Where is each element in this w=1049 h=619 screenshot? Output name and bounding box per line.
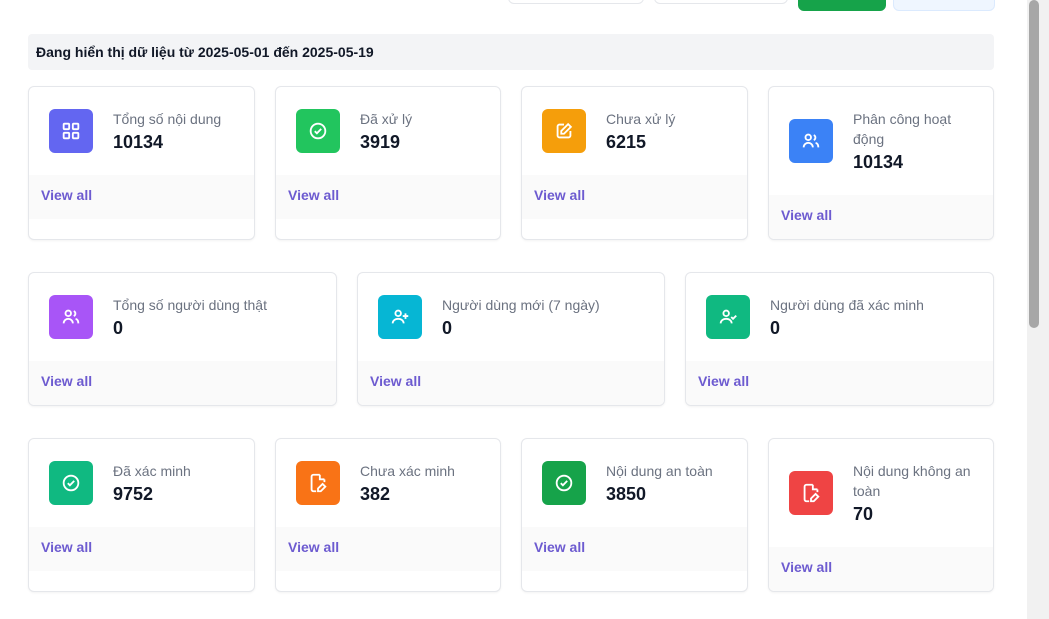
- card-footer: View all: [358, 361, 664, 405]
- top-select-2[interactable]: [654, 0, 788, 4]
- file-edit-icon: [296, 461, 340, 505]
- card-value: 10134: [853, 152, 904, 172]
- view-all-link[interactable]: View all: [698, 373, 749, 389]
- view-all-link[interactable]: View all: [288, 539, 339, 555]
- card-footer: View all: [769, 195, 993, 239]
- card-value: 3850: [606, 484, 647, 504]
- users-icon: [789, 119, 833, 163]
- card-value: 0: [442, 318, 453, 338]
- card-unverified: Chưa xác minh 382 View all: [275, 438, 501, 592]
- card-safe-content: Nội dung an toàn 3850 View all: [521, 438, 748, 592]
- card-value: 382: [360, 484, 391, 504]
- view-all-link[interactable]: View all: [534, 187, 585, 203]
- card-value: 70: [853, 504, 874, 524]
- card-value: 9752: [113, 484, 154, 504]
- card-verified-users: Người dùng đã xác minh 0 View all: [685, 272, 994, 406]
- user-plus-icon: [378, 295, 422, 339]
- card-real-users: Tổng số người dùng thật 0 View all: [28, 272, 337, 406]
- card-footer: View all: [29, 175, 254, 219]
- scrollbar-thumb[interactable]: [1029, 0, 1039, 328]
- view-all-link[interactable]: View all: [41, 539, 92, 555]
- card-label: Đã xử lý: [360, 111, 413, 127]
- card-value: 3919: [360, 132, 401, 152]
- view-all-link[interactable]: View all: [288, 187, 339, 203]
- edit-icon: [542, 109, 586, 153]
- view-all-link[interactable]: View all: [534, 539, 585, 555]
- card-value: 0: [770, 318, 781, 338]
- card-label: Chưa xác minh: [360, 463, 455, 479]
- card-label: Nội dung không an toàn: [853, 463, 971, 499]
- user-check-icon: [706, 295, 750, 339]
- check-circle-icon: [296, 109, 340, 153]
- view-all-link[interactable]: View all: [781, 559, 832, 575]
- card-value: 0: [113, 318, 124, 338]
- card-footer: View all: [276, 175, 500, 219]
- card-unsafe-content: Nội dung không an toàn 70 View all: [768, 438, 994, 592]
- view-all-link[interactable]: View all: [41, 187, 92, 203]
- top-select-1[interactable]: [508, 0, 644, 4]
- apply-button[interactable]: [798, 0, 886, 11]
- card-assignment: Phân công hoạt động 10134 View all: [768, 86, 994, 240]
- card-footer: View all: [522, 527, 747, 571]
- card-total-content: Tổng số nội dung 10134 View all: [28, 86, 255, 240]
- check-circle-icon: [542, 461, 586, 505]
- grid-icon: [49, 109, 93, 153]
- card-label: Tổng số người dùng thật: [113, 297, 267, 313]
- card-footer: View all: [769, 547, 993, 591]
- card-label: Người dùng mới (7 ngày): [442, 297, 600, 313]
- view-all-link[interactable]: View all: [781, 207, 832, 223]
- secondary-button[interactable]: [893, 0, 995, 11]
- card-footer: View all: [522, 175, 747, 219]
- card-value: 6215: [606, 132, 647, 152]
- card-processed: Đã xử lý 3919 View all: [275, 86, 501, 240]
- card-label: Phân công hoạt động: [853, 111, 952, 147]
- card-label: Nội dung an toàn: [606, 463, 713, 479]
- card-label: Đã xác minh: [113, 463, 191, 479]
- card-label: Tổng số nội dung: [113, 111, 222, 127]
- view-all-link[interactable]: View all: [41, 373, 92, 389]
- card-verified: Đã xác minh 9752 View all: [28, 438, 255, 592]
- card-value: 10134: [113, 132, 164, 152]
- card-unprocessed: Chưa xử lý 6215 View all: [521, 86, 748, 240]
- users-icon: [49, 295, 93, 339]
- card-new-users: Người dùng mới (7 ngày) 0 View all: [357, 272, 665, 406]
- file-edit-icon: [789, 471, 833, 515]
- card-footer: View all: [29, 527, 254, 571]
- check-circle-icon: [49, 461, 93, 505]
- card-footer: View all: [29, 361, 336, 405]
- date-range-banner: Đang hiển thị dữ liệu từ 2025-05-01 đến …: [28, 34, 994, 70]
- card-label: Chưa xử lý: [606, 111, 676, 127]
- card-label: Người dùng đã xác minh: [770, 297, 924, 313]
- card-footer: View all: [276, 527, 500, 571]
- view-all-link[interactable]: View all: [370, 373, 421, 389]
- card-footer: View all: [686, 361, 993, 405]
